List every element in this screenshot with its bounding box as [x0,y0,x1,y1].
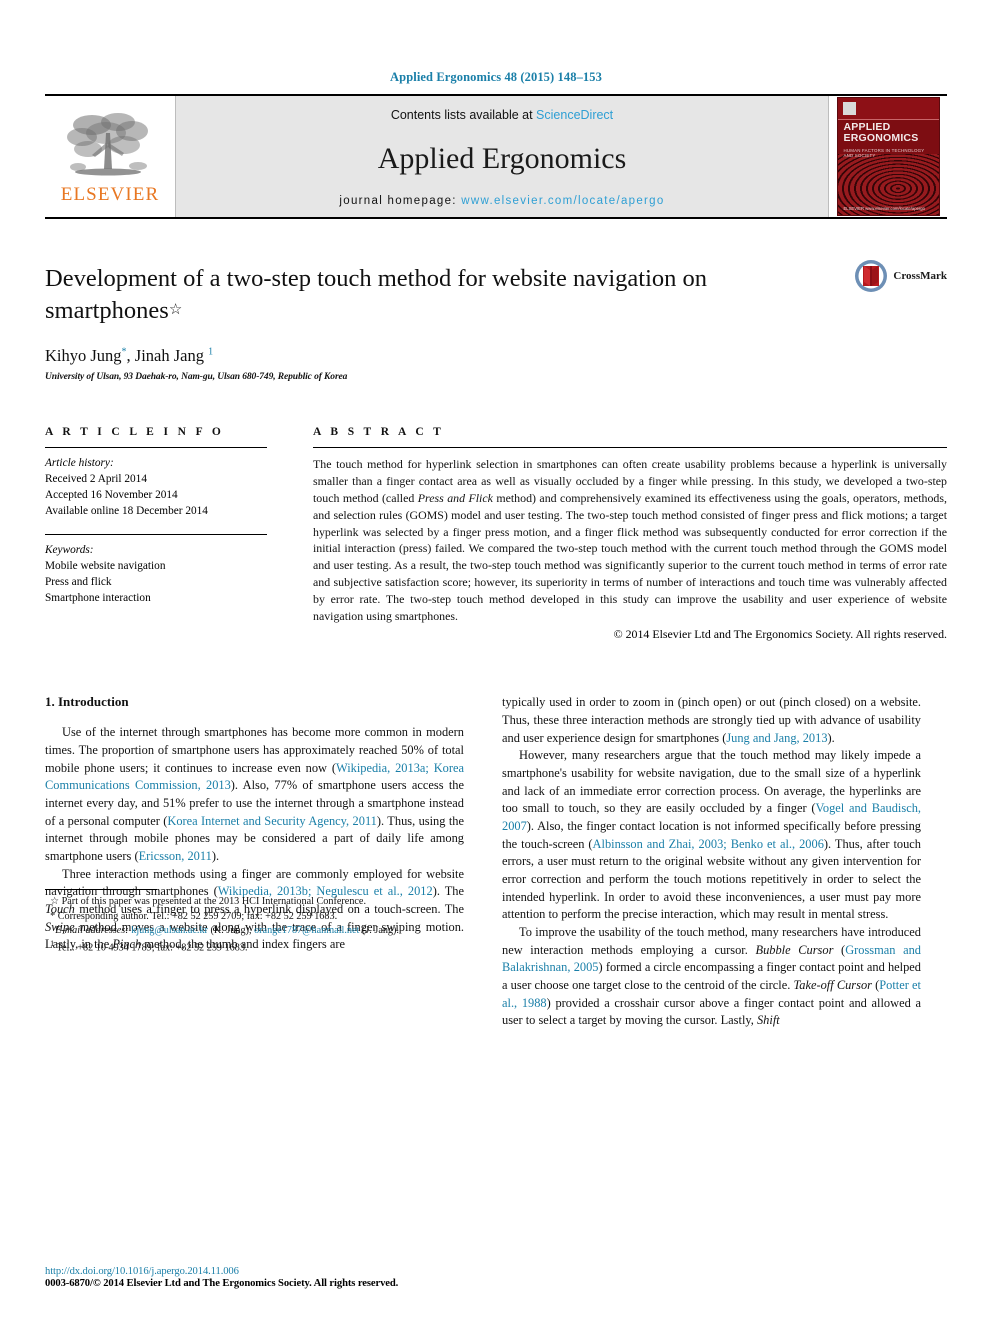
abstract-column: A B S T R A C T The touch method for hyp… [313,426,947,643]
body-left-column: 1. Introduction Use of the internet thro… [45,694,464,1030]
citation-kisa-2011[interactable]: Korea Internet and Security Agency, 2011 [167,814,377,828]
email-owner-1: (K. Jung), [207,925,255,937]
citation-albinsson-benko[interactable]: Albinsson and Zhai, 2003; Benko et al., … [593,837,824,851]
affiliation: University of Ulsan, 93 Daehak-ro, Nam-g… [45,371,348,382]
history-received: Received 2 April 2014 [45,472,147,485]
journal-homepage-line: journal homepage: www.elsevier.com/locat… [339,195,664,207]
paper-title-text: Development of a two-step touch method f… [45,265,708,324]
footnote-corr-marker: * [50,910,56,922]
running-head: Applied Ergonomics 48 (2015) 148–153 [390,70,602,84]
cover-title-line2: ERGONOMICS [843,132,919,145]
article-info-heading: A R T I C L E I N F O [45,425,225,438]
crossmark-label: CrossMark [893,270,947,282]
article-history-label: Article history: [45,456,114,469]
journal-title: Applied Ergonomics [377,141,627,175]
abstract-text: The touch method for hyperlink selection… [313,448,947,626]
article-info-column: A R T I C L E I N F O Article history: R… [45,426,267,643]
body-columns: 1. Introduction Use of the internet thro… [45,694,947,1030]
journal-cover-block: APPLIED ERGONOMICS HUMAN FACTORS IN TECH… [829,96,947,217]
footnote-corr-text: Corresponding author. Tel.: +82 52 259 2… [57,910,338,922]
crossmark-badge[interactable]: CrossMark [854,259,947,293]
keyword-2: Press and flick [45,575,112,588]
author-list: Kihyo Jung*, Jinah Jang 1 [45,346,947,366]
email-label: E-mail addresses: [55,925,129,937]
footnote-emails: E-mail addresses: kjung@ulsan.ac.kr (K. … [45,924,464,938]
email-owner-2: (J. Jang). [359,925,399,937]
footnote-rule [45,889,157,891]
keywords-label: Keywords: [45,543,94,556]
sciencedirect-link[interactable]: ScienceDirect [536,108,613,122]
author-1: Kihyo Jung [45,345,122,365]
footnote-star: ☆ Part of this paper was presented at th… [45,895,464,909]
footnote-star-text: Part of this paper was presented at the … [61,896,367,908]
title-area: CrossMark Development of a two-step touc… [45,260,947,382]
rp1-a: typically used in order to zoom in (pinc… [502,695,921,745]
doi-link[interactable]: http://dx.doi.org/10.1016/j.apergo.2014.… [45,1266,464,1277]
cover-footer-text: ELSEVIER www.elsevier.com/locate/apergo [843,205,925,211]
section-heading-introduction: 1. Introduction [45,694,129,710]
paper-page: Applied Ergonomics 48 (2015) 148–153 ELS… [0,0,992,1323]
crossmark-icon [855,260,888,292]
title-footnote-marker: ☆ [168,301,183,318]
term-shift: Shift [756,1013,780,1028]
keywords-block: Keywords: Mobile website navigation Pres… [45,535,267,606]
rp3-e: ) provided a crosshair cursor above a fi… [502,995,921,1028]
history-accepted: Accepted 16 November 2014 [45,488,178,501]
journal-cover-image: APPLIED ERGONOMICS HUMAN FACTORS IN TECH… [836,97,940,216]
right-paragraph-1: typically used in order to zoom in (pinc… [502,694,921,747]
abstract-heading: A B S T R A C T [313,425,445,438]
page-title: Development of a two-step touch method f… [45,263,735,327]
term-bubble-cursor: Bubble Cursor [755,942,834,957]
homepage-prefix: journal homepage: [339,195,462,207]
journal-center-block: Contents lists available at ScienceDirec… [175,96,829,217]
footnotes-block: ☆ Part of this paper was presented at th… [45,889,464,956]
term-takeoff-cursor: Take-off Cursor [793,977,872,992]
cover-journal-title: APPLIED ERGONOMICS [843,121,933,145]
body-right-column: typically used in order to zoom in (pinc… [502,694,921,1030]
author-2: , Jinah Jang [126,345,204,365]
cover-subtitle: HUMAN FACTORS IN TECHNOLOGY AND SOCIETY [843,148,925,158]
email-link-2[interactable]: orange1787@hanmail.net [254,925,359,936]
right-paragraph-3: To improve the usability of the touch me… [502,924,921,1030]
contents-available-line: Contents lists available at ScienceDirec… [391,108,613,122]
keyword-1: Mobile website navigation [45,559,166,572]
rp3-b: ( [833,942,846,957]
issn-copyright: 0003-6870/© 2014 Elsevier Ltd and The Er… [45,1278,399,1289]
footnote-1: 1 Tel.: +82 10 4934 1789; fax: +82 52 25… [45,938,464,956]
journal-homepage-link[interactable]: www.elsevier.com/locate/apergo [461,195,664,207]
footnote-1-marker: 1 [50,939,55,949]
footnote-star-marker: ☆ [50,896,60,908]
footnote-1-text: Tel.: +82 10 4934 1789; fax: +82 52 259 … [56,942,248,954]
abstract-part-2: method) and comprehensively examined its… [313,490,947,624]
page-footer: http://dx.doi.org/10.1016/j.apergo.2014.… [45,1266,464,1289]
left-paragraph-1: Use of the internet through smartphones … [45,724,464,865]
lp1-d: ). [211,848,220,863]
contents-prefix: Contents lists available at [390,108,537,122]
journal-masthead: ELSEVIER Contents lists available at Sci… [45,94,947,219]
cover-elsevier-icon [842,102,856,115]
email-link-1[interactable]: kjung@ulsan.ac.kr [131,925,208,936]
abstract-italic-method: Press and Flick [417,490,493,505]
keyword-3: Smartphone interaction [45,591,151,604]
right-paragraph-2: However, many researchers argue that the… [502,747,921,924]
elsevier-wordmark: ELSEVIER [60,184,160,205]
abstract-copyright: © 2014 Elsevier Ltd and The Ergonomics S… [613,627,947,642]
history-online: Available online 18 December 2014 [45,504,208,517]
elsevier-tree-icon [67,113,148,176]
citation-jung-jang-2013[interactable]: Jung and Jang, 2013 [726,731,827,745]
citation-ericsson-2011[interactable]: Ericsson, 2011 [139,849,212,863]
info-abstract-row: A R T I C L E I N F O Article history: R… [45,426,947,643]
footnote-corresponding: * Corresponding author. Tel.: +82 52 259… [45,910,464,924]
author-2-marker[interactable]: 1 [208,346,213,357]
elsevier-logo: ELSEVIER [45,96,175,217]
article-history-block: Article history: Received 2 April 2014 A… [45,448,267,519]
rp1-b: ). [827,730,835,745]
